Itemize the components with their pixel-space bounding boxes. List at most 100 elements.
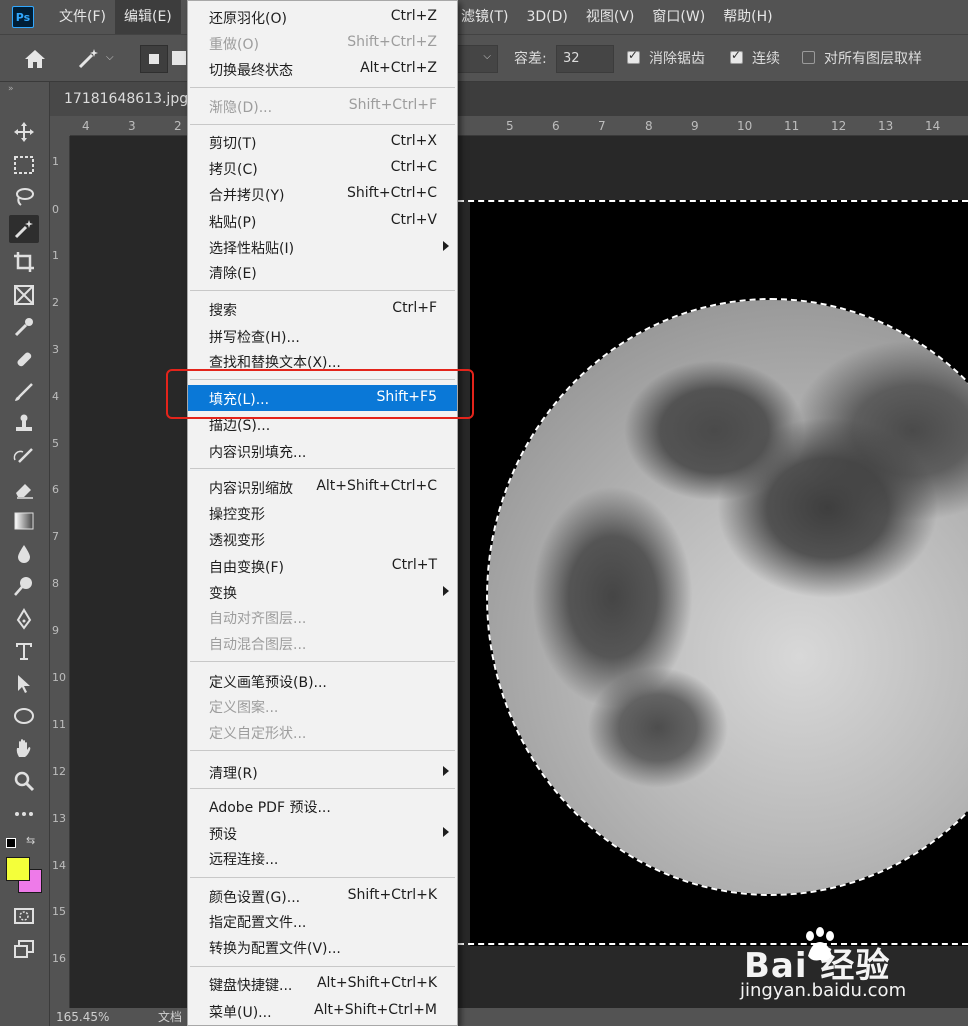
menu-item-define-custom-shape[interactable]: 定义自定形状... bbox=[188, 719, 457, 745]
magic-wand-tool-icon[interactable] bbox=[9, 215, 39, 243]
menu-item-adobe-pdf-presets[interactable]: Adobe PDF 预设... bbox=[188, 793, 457, 819]
annotation-highlight-box bbox=[166, 369, 474, 419]
ruler-corner[interactable] bbox=[50, 116, 70, 136]
menu-item-free-transform[interactable]: 自由变换(F) Ctrl+T bbox=[188, 553, 457, 579]
ruler-label: 4 bbox=[82, 119, 90, 133]
brush-tool-icon[interactable] bbox=[9, 378, 39, 406]
home-icon[interactable] bbox=[22, 47, 48, 71]
frame-tool-icon[interactable] bbox=[9, 281, 39, 309]
screen-mode-icon[interactable] bbox=[9, 935, 39, 963]
vertical-ruler[interactable]: 1 0 1 2 3 4 5 6 7 8 9 10 11 12 13 14 15 … bbox=[50, 136, 70, 1008]
zoom-tool-icon[interactable] bbox=[9, 767, 39, 795]
ruler-label: 13 bbox=[878, 119, 894, 133]
menu-separator bbox=[190, 877, 455, 878]
menu-3d[interactable]: 3D(D) bbox=[517, 0, 576, 34]
tolerance-label: 容差: bbox=[514, 51, 547, 67]
menu-item-auto-blend-layers[interactable]: 自动混合图层... bbox=[188, 630, 457, 656]
default-colors-icon[interactable] bbox=[6, 838, 16, 848]
crop-tool-icon[interactable] bbox=[9, 248, 39, 276]
menu-item-convert-to-profile[interactable]: 转换为配置文件(V)... bbox=[188, 934, 457, 960]
menu-separator bbox=[190, 966, 455, 967]
quick-mask-icon[interactable] bbox=[9, 902, 39, 930]
ruler-label: 12 bbox=[52, 765, 66, 778]
path-selection-tool-icon[interactable] bbox=[9, 670, 39, 698]
menu-view[interactable]: 视图(V) bbox=[577, 0, 644, 34]
contiguous-checkbox[interactable] bbox=[730, 48, 743, 64]
eyedropper-tool-icon[interactable] bbox=[9, 313, 39, 341]
menu-help[interactable]: 帮助(H) bbox=[714, 0, 781, 34]
menu-item-define-brush-preset[interactable]: 定义画笔预设(B)... bbox=[188, 668, 457, 694]
menu-item-content-aware-fill[interactable]: 内容识别填充... bbox=[188, 438, 457, 464]
magic-wand-icon[interactable] bbox=[76, 47, 102, 71]
menu-item-puppet-warp[interactable]: 操控变形 bbox=[188, 500, 457, 526]
menu-item-presets[interactable]: 预设 bbox=[188, 820, 457, 846]
menu-filter[interactable]: 滤镜(T) bbox=[452, 0, 517, 34]
menu-item-toggle-last-state[interactable]: 切换最终状态 Alt+Ctrl+Z bbox=[188, 56, 457, 82]
healing-brush-tool-icon[interactable] bbox=[9, 345, 39, 373]
menu-item-fade[interactable]: 渐隐(D)... Shift+Ctrl+F bbox=[188, 93, 457, 119]
menu-item-auto-align-layers[interactable]: 自动对齐图层... bbox=[188, 604, 457, 630]
menu-item-menus[interactable]: 菜单(U)... Alt+Shift+Ctrl+M bbox=[188, 998, 457, 1024]
gradient-tool-icon[interactable] bbox=[9, 507, 39, 535]
add-selection-button[interactable] bbox=[172, 51, 186, 65]
menu-item-paste-special[interactable]: 选择性粘贴(I) bbox=[188, 234, 457, 260]
menu-item-copy[interactable]: 拷贝(C) Ctrl+C bbox=[188, 155, 457, 181]
submenu-arrow-icon bbox=[443, 241, 449, 251]
lasso-tool-icon[interactable] bbox=[9, 183, 39, 211]
foreground-color-swatch[interactable] bbox=[6, 857, 30, 881]
history-brush-tool-icon[interactable] bbox=[9, 443, 39, 471]
ruler-label: 9 bbox=[52, 624, 59, 637]
antialias-label: 消除锯齿 bbox=[649, 51, 705, 67]
document-info[interactable]: 文档 bbox=[158, 1008, 182, 1026]
menu-separator bbox=[190, 788, 455, 789]
menu-item-transform[interactable]: 变换 bbox=[188, 579, 457, 605]
marquee-tool-icon[interactable] bbox=[9, 151, 39, 179]
menu-item-perspective-warp[interactable]: 透视变形 bbox=[188, 526, 457, 552]
menu-file[interactable]: 文件(F) bbox=[50, 0, 115, 34]
new-selection-button[interactable] bbox=[140, 45, 168, 73]
ellipse-tool-icon[interactable] bbox=[9, 702, 39, 730]
sample-all-layers-checkbox[interactable] bbox=[802, 51, 815, 64]
blur-tool-icon[interactable] bbox=[9, 540, 39, 568]
photoshop-logo-icon[interactable]: Ps bbox=[12, 6, 34, 28]
zoom-level[interactable]: 165.45% bbox=[56, 1008, 109, 1026]
menu-item-keyboard-shortcuts[interactable]: 键盘快捷键... Alt+Shift+Ctrl+K bbox=[188, 971, 457, 997]
contiguous-label: 连续 bbox=[752, 51, 780, 67]
menu-edit[interactable]: 编辑(E) bbox=[114, 0, 181, 34]
menu-item-copy-merged[interactable]: 合并拷贝(Y) Shift+Ctrl+C bbox=[188, 181, 457, 207]
antialias-checkbox[interactable] bbox=[627, 48, 640, 64]
menu-item-remote-connections[interactable]: 远程连接... bbox=[188, 845, 457, 871]
menu-item-purge[interactable]: 清理(R) bbox=[188, 759, 457, 785]
chevron-down-icon[interactable]: ⌵ bbox=[106, 52, 114, 63]
menu-item-undo-feather[interactable]: 还原羽化(O) Ctrl+Z bbox=[188, 4, 457, 30]
menu-item-redo[interactable]: 重做(O) Shift+Ctrl+Z bbox=[188, 30, 457, 56]
dodge-tool-icon[interactable] bbox=[9, 572, 39, 600]
tolerance-input[interactable]: 32 bbox=[556, 45, 614, 73]
menu-window[interactable]: 窗口(W) bbox=[643, 0, 714, 34]
menu-item-search[interactable]: 搜索 Ctrl+F bbox=[188, 296, 457, 322]
menu-item-content-aware-scale[interactable]: 内容识别缩放 Alt+Shift+Ctrl+C bbox=[188, 474, 457, 500]
swap-colors-icon[interactable]: ⇆ bbox=[26, 834, 35, 847]
menu-item-paste[interactable]: 粘贴(P) Ctrl+V bbox=[188, 208, 457, 234]
menu-item-clear[interactable]: 清除(E) bbox=[188, 259, 457, 285]
document-tab[interactable]: 17181648613.jpg bbox=[50, 82, 203, 116]
hand-tool-icon[interactable] bbox=[9, 734, 39, 762]
type-tool-icon[interactable] bbox=[9, 637, 39, 665]
ruler-label: 13 bbox=[52, 812, 66, 825]
clone-stamp-tool-icon[interactable] bbox=[9, 410, 39, 438]
chevron-down-icon: ⌵ bbox=[483, 51, 491, 62]
menu-item-spell-check[interactable]: 拼写检查(H)... bbox=[188, 323, 457, 349]
pen-tool-icon[interactable] bbox=[9, 605, 39, 633]
baidu-paw-icon bbox=[806, 927, 834, 961]
eraser-tool-icon[interactable] bbox=[9, 475, 39, 503]
menu-item-define-pattern[interactable]: 定义图案... bbox=[188, 693, 457, 719]
watermark-url: jingyan.baidu.com bbox=[740, 980, 907, 1001]
menu-item-color-settings[interactable]: 颜色设置(G)... Shift+Ctrl+K bbox=[188, 883, 457, 909]
ruler-label: 14 bbox=[52, 859, 66, 872]
move-tool-icon[interactable] bbox=[9, 118, 39, 146]
menu-item-cut[interactable]: 剪切(T) Ctrl+X bbox=[188, 129, 457, 155]
more-tools-icon[interactable] bbox=[9, 800, 39, 828]
menu-item-assign-profile[interactable]: 指定配置文件... bbox=[188, 908, 457, 934]
panel-grip-icon[interactable]: » bbox=[8, 84, 14, 94]
ruler-label: 11 bbox=[784, 119, 800, 133]
